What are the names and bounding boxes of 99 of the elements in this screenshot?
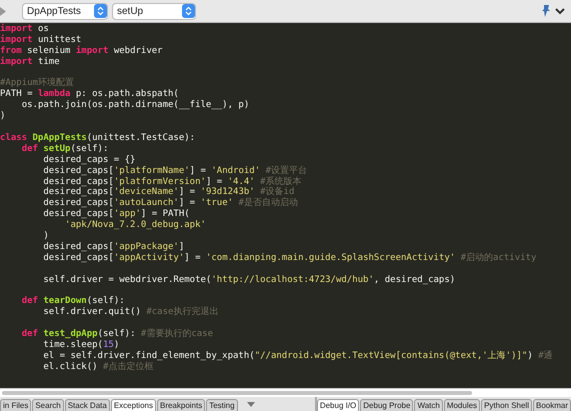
code-text: el = self.driver.find_element_by_xpath( [43,350,255,361]
comment-text: #是否自动启动 [238,198,298,208]
code-text: ) [0,111,6,122]
panel-tab[interactable]: Search [32,399,64,411]
panel-tab[interactable]: Python Shell [481,399,532,411]
code-text: self.driver.quit() [43,307,141,318]
name-token: setUp [43,144,70,154]
chevron-down-icon[interactable] [555,8,565,14]
code-text: desired_caps[ [43,176,114,186]
panel-tab[interactable]: Stack Data [64,399,110,411]
code-text: time [38,56,60,67]
triangle-icon[interactable] [0,6,6,16]
string-token: 'apk/Nova_7.2.0_debug.apk' [65,220,206,230]
code-text: ] = [178,187,196,198]
scrollbar-thumb[interactable] [2,391,472,395]
code-text: time.sleep( [43,340,103,350]
code-text: os.path.join(os.path.dirname(__file__), p) [22,100,250,110]
comment-text: #通 [538,350,553,361]
keyword-token: def [22,144,38,154]
panel-tab[interactable]: in Files [0,399,32,411]
code-text: desired_caps[ [43,166,114,176]
keyword-token: from [0,46,22,56]
string-token: '93d1243b' [200,187,255,198]
panel-tab[interactable]: Watch [414,399,443,411]
string-token: 'appActivity' [114,252,184,263]
keyword-token: def [22,296,38,308]
keyword-token: import [0,24,33,34]
code-text: self.driver = webdriver.Remote( [43,274,212,286]
string-token: 'autoLaunch' [114,198,179,208]
code-text: ) [114,340,120,350]
code-text: unittest [38,34,82,45]
keyword-token: class [0,132,28,144]
comment-text: #Appium环境配置 [0,78,74,89]
panel-tab[interactable]: Exceptions [110,399,156,411]
panel-tab[interactable]: Debug I/O [316,399,360,411]
keyword-token: lambda [38,89,70,100]
dropdown-arrow-icon[interactable] [246,402,255,407]
keyword-token: def [22,329,38,340]
keyword-token: import [0,34,33,45]
name-token: DpAppTests [32,132,87,144]
code-text: p: os.path.abspath( [76,89,179,100]
code-text: ] = [178,198,196,208]
string-token: 'true' [200,198,234,208]
comment-text: #点击定位框 [102,362,154,372]
string-token: 'deviceName' [114,187,179,198]
string-token: '4.4' [228,176,255,186]
code-text: webdriver [114,46,163,56]
pin-icon[interactable] [541,4,551,18]
comment-text: #系统版本 [260,176,302,186]
code-text: desired_caps[ [43,209,114,220]
string-token: 'platformName' [114,166,190,176]
panel-tab[interactable]: Bookmar [532,399,571,411]
code-text: ] = [206,176,224,186]
code-text: el.click() [43,362,98,372]
name-token: tearDown [43,296,87,307]
panel-tab[interactable]: Breakpoints [156,399,206,411]
method-dropdown[interactable]: setUp [112,2,196,20]
string-token: 'appPackage' [114,242,179,252]
code-text: ] = [184,252,202,263]
code-text: os [38,24,49,34]
number-token: 15 [102,340,114,350]
code-text: (self): [70,144,108,154]
string-token: "//android.widget.TextView[contains(@text,'上海')]" [254,350,528,361]
code-text: ] = [190,166,207,176]
keyword-token: import [76,46,108,56]
code-text: ] [178,242,184,252]
code-text: (self): [98,329,136,340]
code-text: PATH = [0,89,34,100]
panel-tab[interactable]: Modules [444,399,480,411]
string-token: 'app' [114,209,141,220]
name-token: test_dpApp [43,329,98,340]
stepper-icon [182,4,195,18]
code-text: desired_caps[ [43,242,114,252]
comment-text: #设备id [260,187,294,198]
stepper-icon [94,4,107,18]
panel-tab[interactable]: Testing [206,399,238,411]
string-token: 'platformVersion' [114,176,206,186]
code-text: (unittest.TestCase): [86,132,196,144]
code-text: desired_caps[ [43,198,114,208]
horizontal-scrollbar[interactable] [0,388,571,397]
code-text: desired_caps[ [43,252,114,263]
code-text: (self): [86,296,125,307]
string-token: 'com.dianping.main.guide.SplashScreenActivity' [206,252,456,263]
string-token: 'Android' [211,166,260,176]
code-text: ) [43,230,49,241]
code-text: ) [527,350,533,361]
code-text: desired_caps[ [43,187,114,198]
code-text: ] = PATH( [140,209,190,220]
code-text: , desired_caps) [374,274,456,286]
code-text: selenium [27,46,70,56]
class-dropdown[interactable]: DpAppTests [22,2,108,20]
comment-text: #case执行完退出 [146,307,218,318]
panel-tab[interactable]: Debug Probe [360,399,414,411]
keyword-token: import [0,56,33,67]
string-token: 'http://localhost:4723/wd/hub' [211,274,374,286]
code-text: desired_caps = {} [43,154,136,165]
comment-text: #设置平台 [266,166,307,176]
comment-text: #启动的activity [460,252,536,263]
comment-text: #需要执行的case [140,329,214,340]
